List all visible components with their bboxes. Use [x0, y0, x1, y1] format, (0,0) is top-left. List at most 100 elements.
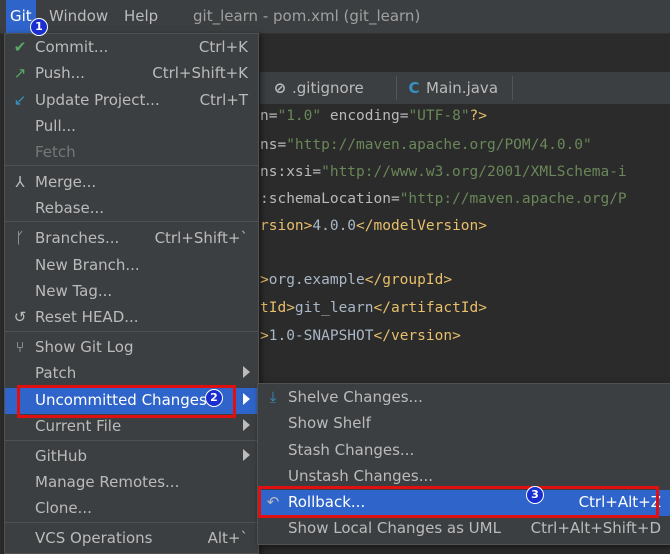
code-token: org.example: [268, 272, 365, 288]
git-menu-push[interactable]: ↗ Push... Ctrl+Shift+K: [5, 61, 258, 87]
code-line: tId>git_learn</artifactId>: [260, 300, 487, 316]
git-menu-new-branch[interactable]: New Branch...: [5, 253, 258, 279]
git-menu-update-project[interactable]: ↙ Update Project... Ctrl+T: [5, 88, 258, 114]
merge-icon: ⅄: [15, 173, 25, 191]
code-token: </groupId>: [364, 272, 453, 288]
menu-item-label: New Tag...: [35, 282, 113, 300]
code-token: 1.0-SNAPSHOT: [268, 328, 374, 344]
menu-separator: [5, 165, 258, 166]
update-arrow-icon: ↙: [13, 91, 27, 109]
uncommitted-changes-submenu: ⤓ Shelve Changes... Show Shelf Stash Change…: [257, 383, 670, 545]
submenu-show-local-changes-as-uml[interactable]: Show Local Changes as UML Ctrl+Alt+Shift+…: [258, 516, 670, 542]
window-title: git_learn - pom.xml (git_learn): [193, 7, 421, 25]
menu-item-label: Branches...: [35, 229, 120, 247]
code-token: "UTF-8": [408, 108, 470, 124]
menu-separator: [5, 221, 258, 222]
menu-item-label: Stash Changes...: [288, 441, 415, 459]
submenu-shelve-changes[interactable]: ⤓ Shelve Changes...: [258, 385, 670, 411]
annotation-badge-2: 2: [205, 389, 223, 407]
code-token: >: [260, 328, 269, 344]
git-menu-clone[interactable]: Clone...: [5, 496, 258, 522]
submenu-arrow-icon: [243, 419, 250, 431]
menu-item-label: New Branch...: [35, 256, 140, 274]
submenu-arrow-icon: [243, 393, 250, 405]
menu-item-label: Show Shelf: [288, 414, 371, 432]
git-menu-current-file[interactable]: Current File: [5, 414, 258, 440]
code-token: </version>: [373, 328, 461, 344]
code-line: ns:xsi="http://www.w3.org/2001/XMLSchema…: [260, 164, 627, 180]
git-menu-merge[interactable]: ⅄ Merge...: [5, 170, 258, 196]
submenu-unstash-changes[interactable]: Unstash Changes...: [258, 464, 670, 490]
submenu-arrow-icon: [243, 449, 250, 461]
code-token: :schemaLocation=: [260, 191, 400, 207]
submenu-stash-changes[interactable]: Stash Changes...: [258, 438, 670, 464]
code-line: ns="http://maven.apache.org/POM/4.0.0": [260, 137, 592, 153]
editor-tab-bar: ⊘ .gitignore C Main.java: [260, 72, 670, 105]
git-menu-rebase[interactable]: Rebase...: [5, 196, 258, 222]
code-token: ns:xsi=: [260, 164, 322, 180]
tab-label: .gitignore: [292, 79, 364, 97]
menu-item-label: Current File: [35, 417, 122, 435]
gitignore-file-icon: ⊘: [273, 79, 287, 97]
shortcut-label: Ctrl+T: [199, 91, 248, 109]
submenu-show-shelf[interactable]: Show Shelf: [258, 411, 670, 437]
code-token: </modelVersion>: [356, 218, 487, 234]
shortcut-label: Alt+`: [207, 529, 248, 547]
shelve-icon: ⤓: [269, 388, 277, 406]
java-class-icon: C: [408, 79, 420, 97]
tab-label: Main.java: [426, 79, 499, 97]
push-arrow-icon: ↗: [13, 64, 27, 82]
tab-gitignore[interactable]: ⊘ .gitignore: [272, 72, 364, 104]
code-token: "1.0": [277, 108, 322, 124]
tab-main-java[interactable]: C Main.java: [406, 72, 498, 104]
code-token: </artifactId>: [373, 300, 488, 316]
code-line: rsion>4.0.0</modelVersion>: [260, 218, 487, 234]
code-token: >: [260, 272, 269, 288]
git-menu-patch[interactable]: Patch: [5, 361, 258, 387]
title-bar: Git Window Help git_learn - pom.xml (git…: [0, 0, 670, 34]
git-menu-manage-remotes[interactable]: Manage Remotes...: [5, 470, 258, 496]
git-menu-new-tag[interactable]: New Tag...: [5, 279, 258, 305]
annotation-badge-1: 1: [30, 18, 48, 36]
menu-item-label: Show Local Changes as UML: [288, 519, 501, 537]
code-token: ns=: [260, 137, 287, 153]
menu-item-label: Commit...: [35, 38, 109, 56]
git-menu-pull[interactable]: Pull...: [5, 114, 258, 140]
code-token: n=: [260, 108, 278, 124]
menu-item-label: Clone...: [35, 499, 92, 517]
code-line: n="1.0" encoding="UTF-8"?>: [260, 108, 487, 124]
annotation-badge-3: 3: [526, 486, 544, 504]
menu-item-label: Merge...: [35, 173, 97, 191]
code-token: git_learn: [294, 300, 374, 316]
code-token: ?>: [469, 108, 488, 124]
code-token: 4.0.0: [312, 218, 357, 234]
submenu-arrow-icon: [243, 366, 250, 378]
code-token: "http://maven.apache.org/POM/4.0.0": [286, 137, 592, 153]
git-log-icon: ⑂: [15, 338, 25, 356]
menu-item-label: Shelve Changes...: [288, 388, 423, 406]
git-menu: ✔ Commit... Ctrl+K ↗ Push... Ctrl+Shift+K ↙ Upd…: [4, 33, 259, 554]
menu-item-label: Fetch: [35, 143, 76, 161]
menu-item-label: Patch: [35, 364, 77, 382]
git-menu-branches[interactable]: ᚴ Branches... Ctrl+Shift+`: [5, 226, 258, 252]
menu-help[interactable]: Help: [124, 7, 158, 25]
code-line: >1.0-SNAPSHOT</version>: [260, 328, 461, 344]
shortcut-label: Ctrl+Shift+`: [154, 229, 248, 247]
code-token: tId>: [260, 300, 295, 316]
git-menu-github[interactable]: GitHub: [5, 444, 258, 470]
menu-item-label: GitHub: [35, 447, 87, 465]
git-menu-vcs-operations[interactable]: VCS Operations Alt+`: [5, 526, 258, 552]
submenu-rollback[interactable]: ↶ Rollback... Ctrl+Alt+Z: [258, 490, 670, 516]
menu-item-label: Push...: [35, 64, 85, 82]
menu-item-label: Show Git Log: [35, 338, 134, 356]
branch-icon: ᚴ: [15, 229, 25, 247]
git-menu-show-git-log[interactable]: ⑂ Show Git Log: [5, 335, 258, 361]
git-menu-reset-head[interactable]: ↺ Reset HEAD...: [5, 305, 258, 331]
git-menu-commit[interactable]: ✔ Commit... Ctrl+K: [5, 35, 258, 61]
menu-item-label: Unstash Changes...: [288, 467, 434, 485]
code-token: "http://maven.apache.org/P: [399, 191, 627, 207]
menu-window[interactable]: Window: [49, 7, 108, 25]
menu-item-label: Reset HEAD...: [35, 308, 139, 326]
undo-icon: ↺: [13, 308, 27, 326]
code-token: rsion>: [260, 218, 313, 234]
